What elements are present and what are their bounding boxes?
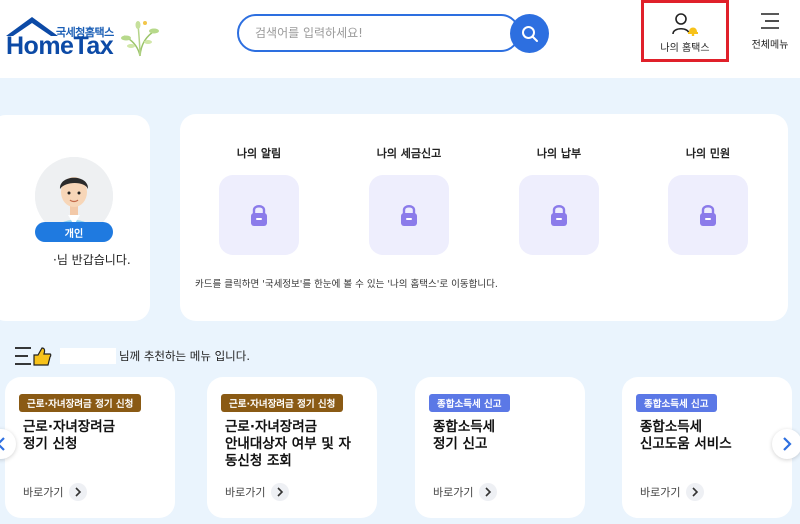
shortcut-link[interactable]: 바로가기 <box>640 483 705 501</box>
profile-card: 개인 ·님 반갑습니다. <box>0 115 150 321</box>
my-card-payment[interactable]: 나의 납부 <box>499 145 619 255</box>
service-card[interactable]: 근로·자녀장려금 정기 신청 근로·자녀장려금 안내대상자 여부 및 자 동신청 조… <box>207 377 377 518</box>
list-thumbs-up-icon <box>15 347 52 366</box>
search-button[interactable] <box>510 14 549 53</box>
my-card-label: 나의 민원 <box>685 147 731 160</box>
service-card[interactable]: 종합소득세 신고 종합소득세 정기 신고 바로가기 <box>415 377 585 518</box>
greeting-text: ·님 반갑습니다. <box>53 253 131 267</box>
service-card[interactable]: 근로·자녀장려금 정기 신청 근로·자녀장려금 정기 신청 바로가기 <box>5 377 175 518</box>
search-icon <box>521 25 538 42</box>
chevron-right-icon <box>271 483 290 501</box>
my-card-civil[interactable]: 나의 민원 <box>648 145 768 255</box>
shortcut-label: 바로가기 <box>640 486 681 499</box>
chevron-right-icon <box>686 483 705 501</box>
all-menu-button[interactable]: 전체메뉴 <box>745 12 795 51</box>
service-tag: 종합소득세 신고 <box>636 394 717 412</box>
my-card-label: 나의 납부 <box>536 147 582 160</box>
all-menu-label: 전체메뉴 <box>751 40 789 51</box>
shortcut-label: 바로가기 <box>433 486 474 499</box>
recommend-title: 님께 추천하는 메뉴 입니다. <box>14 345 250 367</box>
lock-icon <box>551 205 567 226</box>
my-card-box[interactable] <box>668 175 748 255</box>
redacted-username <box>60 348 116 364</box>
my-cards-note: 카드를 클릭하면 '국세정보'를 한눈에 볼 수 있는 '나의 홈택스'로 이동… <box>195 279 498 290</box>
recommend-title-text: 님께 추천하는 메뉴 입니다. <box>119 349 251 363</box>
lock-icon <box>700 205 716 226</box>
hometax-logo[interactable]: 국세청홈택스 HomeTax <box>0 10 175 60</box>
shortcut-label: 바로가기 <box>225 486 266 499</box>
chevron-right-icon <box>783 437 792 451</box>
search-input[interactable] <box>255 24 495 42</box>
my-cards-panel: 나의 알림 나의 세금신고 나의 납부 나의 민원 카드를 클릭하면 '국세정보… <box>180 114 788 321</box>
my-hometax-button[interactable]: 나의 홈택스 <box>641 0 729 62</box>
service-name: 종합소득세 정기 신고 <box>433 419 496 452</box>
service-name: 종합소득세 신고도움 서비스 <box>640 419 732 452</box>
personal-badge: 개인 <box>35 222 113 242</box>
carousel-next-button[interactable] <box>772 429 800 459</box>
lock-icon <box>401 205 417 226</box>
shortcut-link[interactable]: 바로가기 <box>23 483 88 501</box>
shortcut-label: 바로가기 <box>23 486 64 499</box>
service-name: 근로·자녀장려금 정기 신청 <box>23 419 116 452</box>
user-bell-icon <box>672 13 698 36</box>
shortcut-link[interactable]: 바로가기 <box>433 483 498 501</box>
lock-icon <box>251 205 267 226</box>
service-tag: 근로·자녀장려금 정기 신청 <box>19 394 142 412</box>
search-box[interactable] <box>237 14 520 52</box>
my-card-tax-filing[interactable]: 나의 세금신고 <box>349 145 469 255</box>
chevron-left-icon <box>0 437 5 451</box>
my-card-box[interactable] <box>369 175 449 255</box>
my-card-label: 나의 알림 <box>236 147 282 160</box>
shortcut-link[interactable]: 바로가기 <box>225 483 290 501</box>
logo-english-text: HomeTax <box>6 32 114 60</box>
my-card-label: 나의 세금신고 <box>376 147 442 160</box>
my-card-alerts[interactable]: 나의 알림 <box>199 145 319 255</box>
my-card-box[interactable] <box>519 175 599 255</box>
service-name: 근로·자녀장려금 안내대상자 여부 및 자 동신청 조회 <box>225 419 351 469</box>
service-card[interactable]: 종합소득세 신고 종합소득세 신고도움 서비스 바로가기 <box>622 377 792 518</box>
my-card-box[interactable] <box>219 175 299 255</box>
plant-decoration-icon <box>121 21 159 57</box>
chevron-right-icon <box>479 483 498 501</box>
service-tag: 종합소득세 신고 <box>429 394 510 412</box>
service-tag: 근로·자녀장려금 정기 신청 <box>221 394 344 412</box>
hamburger-menu-icon <box>761 13 779 29</box>
my-hometax-label: 나의 홈택스 <box>660 43 710 54</box>
chevron-right-icon <box>69 483 88 501</box>
header: 국세청홈택스 HomeTax 나의 홈택스 <box>0 0 800 78</box>
